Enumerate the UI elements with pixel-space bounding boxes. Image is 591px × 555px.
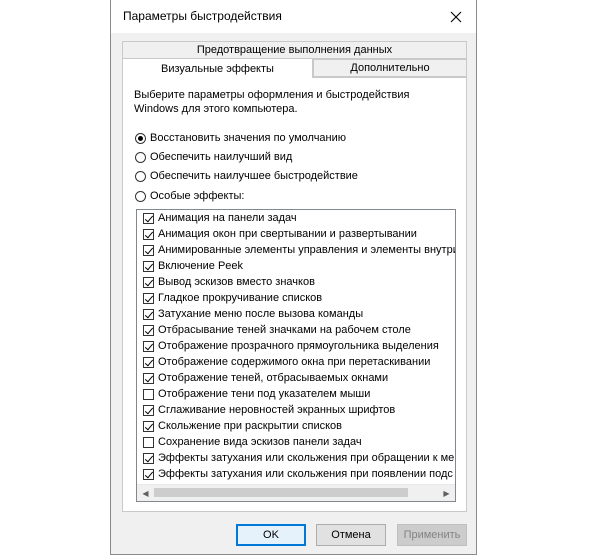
effect-item[interactable]: Отображение прозрачного прямоугольника в…	[137, 338, 455, 354]
tab-data-execution-prevention[interactable]: Предотвращение выполнения данных	[122, 41, 467, 59]
effect-item[interactable]: Отображение тени под указателем мыши	[137, 386, 455, 402]
effect-checkbox[interactable]	[143, 420, 154, 432]
effect-checkbox[interactable]	[143, 372, 154, 384]
effect-item[interactable]: Отображение содержимого окна при перетас…	[137, 354, 455, 370]
effect-item[interactable]: Анимация окон при свертывании и разверты…	[137, 226, 455, 242]
radio-best-appearance[interactable]: Обеспечить наилучший вид	[135, 149, 292, 165]
ok-button[interactable]: OK	[236, 524, 306, 546]
description-line-1: Выберите параметры оформления и быстроде…	[134, 89, 410, 101]
radio-default[interactable]: Восстановить значения по умолчанию	[135, 130, 346, 146]
effect-label: Отображение прозрачного прямоугольника в…	[158, 340, 439, 352]
effect-checkbox[interactable]	[143, 244, 154, 256]
effect-checkbox[interactable]	[143, 468, 154, 480]
radio-button[interactable]	[135, 151, 146, 163]
radio-button[interactable]	[135, 190, 146, 202]
effects-list-items: Анимация на панели задач Анимация окон пр…	[137, 210, 455, 484]
radio-label: Восстановить значения по умолчанию	[150, 132, 347, 144]
effect-checkbox[interactable]	[143, 452, 154, 464]
scroll-right-icon[interactable]: ▶	[438, 485, 455, 501]
effect-checkbox[interactable]	[143, 276, 154, 288]
effect-label: Включение Peek	[158, 260, 244, 272]
effect-item[interactable]: Отображение теней, отбрасываемых окнами	[137, 370, 455, 386]
effect-label: Сохранение вида эскизов панели задач	[158, 436, 362, 448]
effect-checkbox[interactable]	[143, 228, 154, 240]
effect-label: Анимация окон при свертывании и разверты…	[158, 228, 417, 240]
cancel-button[interactable]: Отмена	[316, 524, 386, 546]
radio-custom[interactable]: Особые эффекты:	[135, 188, 244, 204]
effect-label: Отображение теней, отбрасываемых окнами	[158, 372, 389, 384]
effect-label: Отображение содержимого окна при перетас…	[158, 356, 431, 368]
effect-item[interactable]: Затухание меню после вызова команды	[137, 306, 455, 322]
effect-label: Эффекты затухания или скольжения при поя…	[158, 468, 453, 480]
description-line-2: Windows для этого компьютера.	[134, 103, 298, 115]
effect-checkbox[interactable]	[143, 292, 154, 304]
effect-item[interactable]: Эффекты затухания или скольжения при поя…	[137, 466, 455, 482]
effect-checkbox[interactable]	[143, 404, 154, 416]
scrollbar-thumb[interactable]	[154, 488, 408, 497]
tab-visual-effects[interactable]: Визуальные эффекты	[122, 58, 313, 78]
effect-checkbox[interactable]	[143, 436, 154, 448]
radio-button[interactable]	[135, 132, 146, 144]
effect-checkbox[interactable]	[143, 388, 154, 400]
radio-best-performance[interactable]: Обеспечить наилучшее быстродействие	[135, 168, 358, 184]
scroll-left-icon[interactable]: ◀	[137, 485, 154, 501]
effect-item[interactable]: Сглаживание неровностей экранных шрифтов	[137, 402, 455, 418]
effect-item[interactable]: Скольжение при раскрытии списков	[137, 418, 455, 434]
radio-label: Обеспечить наилучшее быстродействие	[150, 170, 358, 182]
effect-item[interactable]: Сохранение вида эскизов панели задач	[137, 434, 455, 450]
radio-label: Обеспечить наилучший вид	[150, 151, 293, 163]
close-icon	[450, 11, 462, 22]
effect-label: Гладкое прокручивание списков	[158, 292, 323, 304]
horizontal-scrollbar[interactable]: ◀ ▶	[137, 484, 455, 501]
effect-label: Вывод эскизов вместо значков	[158, 276, 315, 288]
effect-label: Скольжение при раскрытии списков	[158, 420, 343, 432]
effect-checkbox[interactable]	[143, 324, 154, 336]
performance-options-dialog: Параметры быстродействия Предотвращение …	[110, 0, 477, 555]
title-bar[interactable]: Параметры быстродействия	[111, 0, 476, 33]
effect-checkbox[interactable]	[143, 340, 154, 352]
effect-label: Затухание меню после вызова команды	[158, 308, 364, 320]
effects-list[interactable]: Анимация на панели задач Анимация окон пр…	[136, 209, 456, 502]
description-text: Выберите параметры оформления и быстроде…	[134, 88, 454, 116]
tab-additional[interactable]: Дополнительно	[313, 59, 467, 77]
effect-label: Сглаживание неровностей экранных шрифтов	[158, 404, 396, 416]
effect-item[interactable]: Гладкое прокручивание списков	[137, 290, 455, 306]
effect-label: Анимированные элементы управления и элем…	[158, 244, 455, 256]
effect-item[interactable]: Анимация на панели задач	[137, 210, 455, 226]
effect-item[interactable]: Отбрасывание теней значками на рабочем с…	[137, 322, 455, 338]
radio-label: Особые эффекты:	[150, 190, 245, 202]
effect-item[interactable]: Вывод эскизов вместо значков	[137, 274, 455, 290]
effect-item[interactable]: Включение Peek	[137, 258, 455, 274]
effect-item[interactable]: Анимированные элементы управления и элем…	[137, 242, 455, 258]
effect-checkbox[interactable]	[143, 212, 154, 224]
effect-checkbox[interactable]	[143, 356, 154, 368]
effect-label: Анимация на панели задач	[158, 212, 297, 224]
close-button[interactable]	[436, 0, 476, 33]
effect-label: Отображение тени под указателем мыши	[158, 388, 371, 400]
effect-checkbox[interactable]	[143, 308, 154, 320]
effect-item[interactable]: Эффекты затухания или скольжения при обр…	[137, 450, 455, 466]
effect-label: Отбрасывание теней значками на рабочем с…	[158, 324, 411, 336]
effect-label: Эффекты затухания или скольжения при обр…	[158, 452, 455, 464]
apply-button[interactable]: Применить	[397, 524, 467, 546]
radio-button[interactable]	[135, 170, 146, 182]
effect-checkbox[interactable]	[143, 260, 154, 272]
window-title: Параметры быстродействия	[123, 9, 282, 23]
